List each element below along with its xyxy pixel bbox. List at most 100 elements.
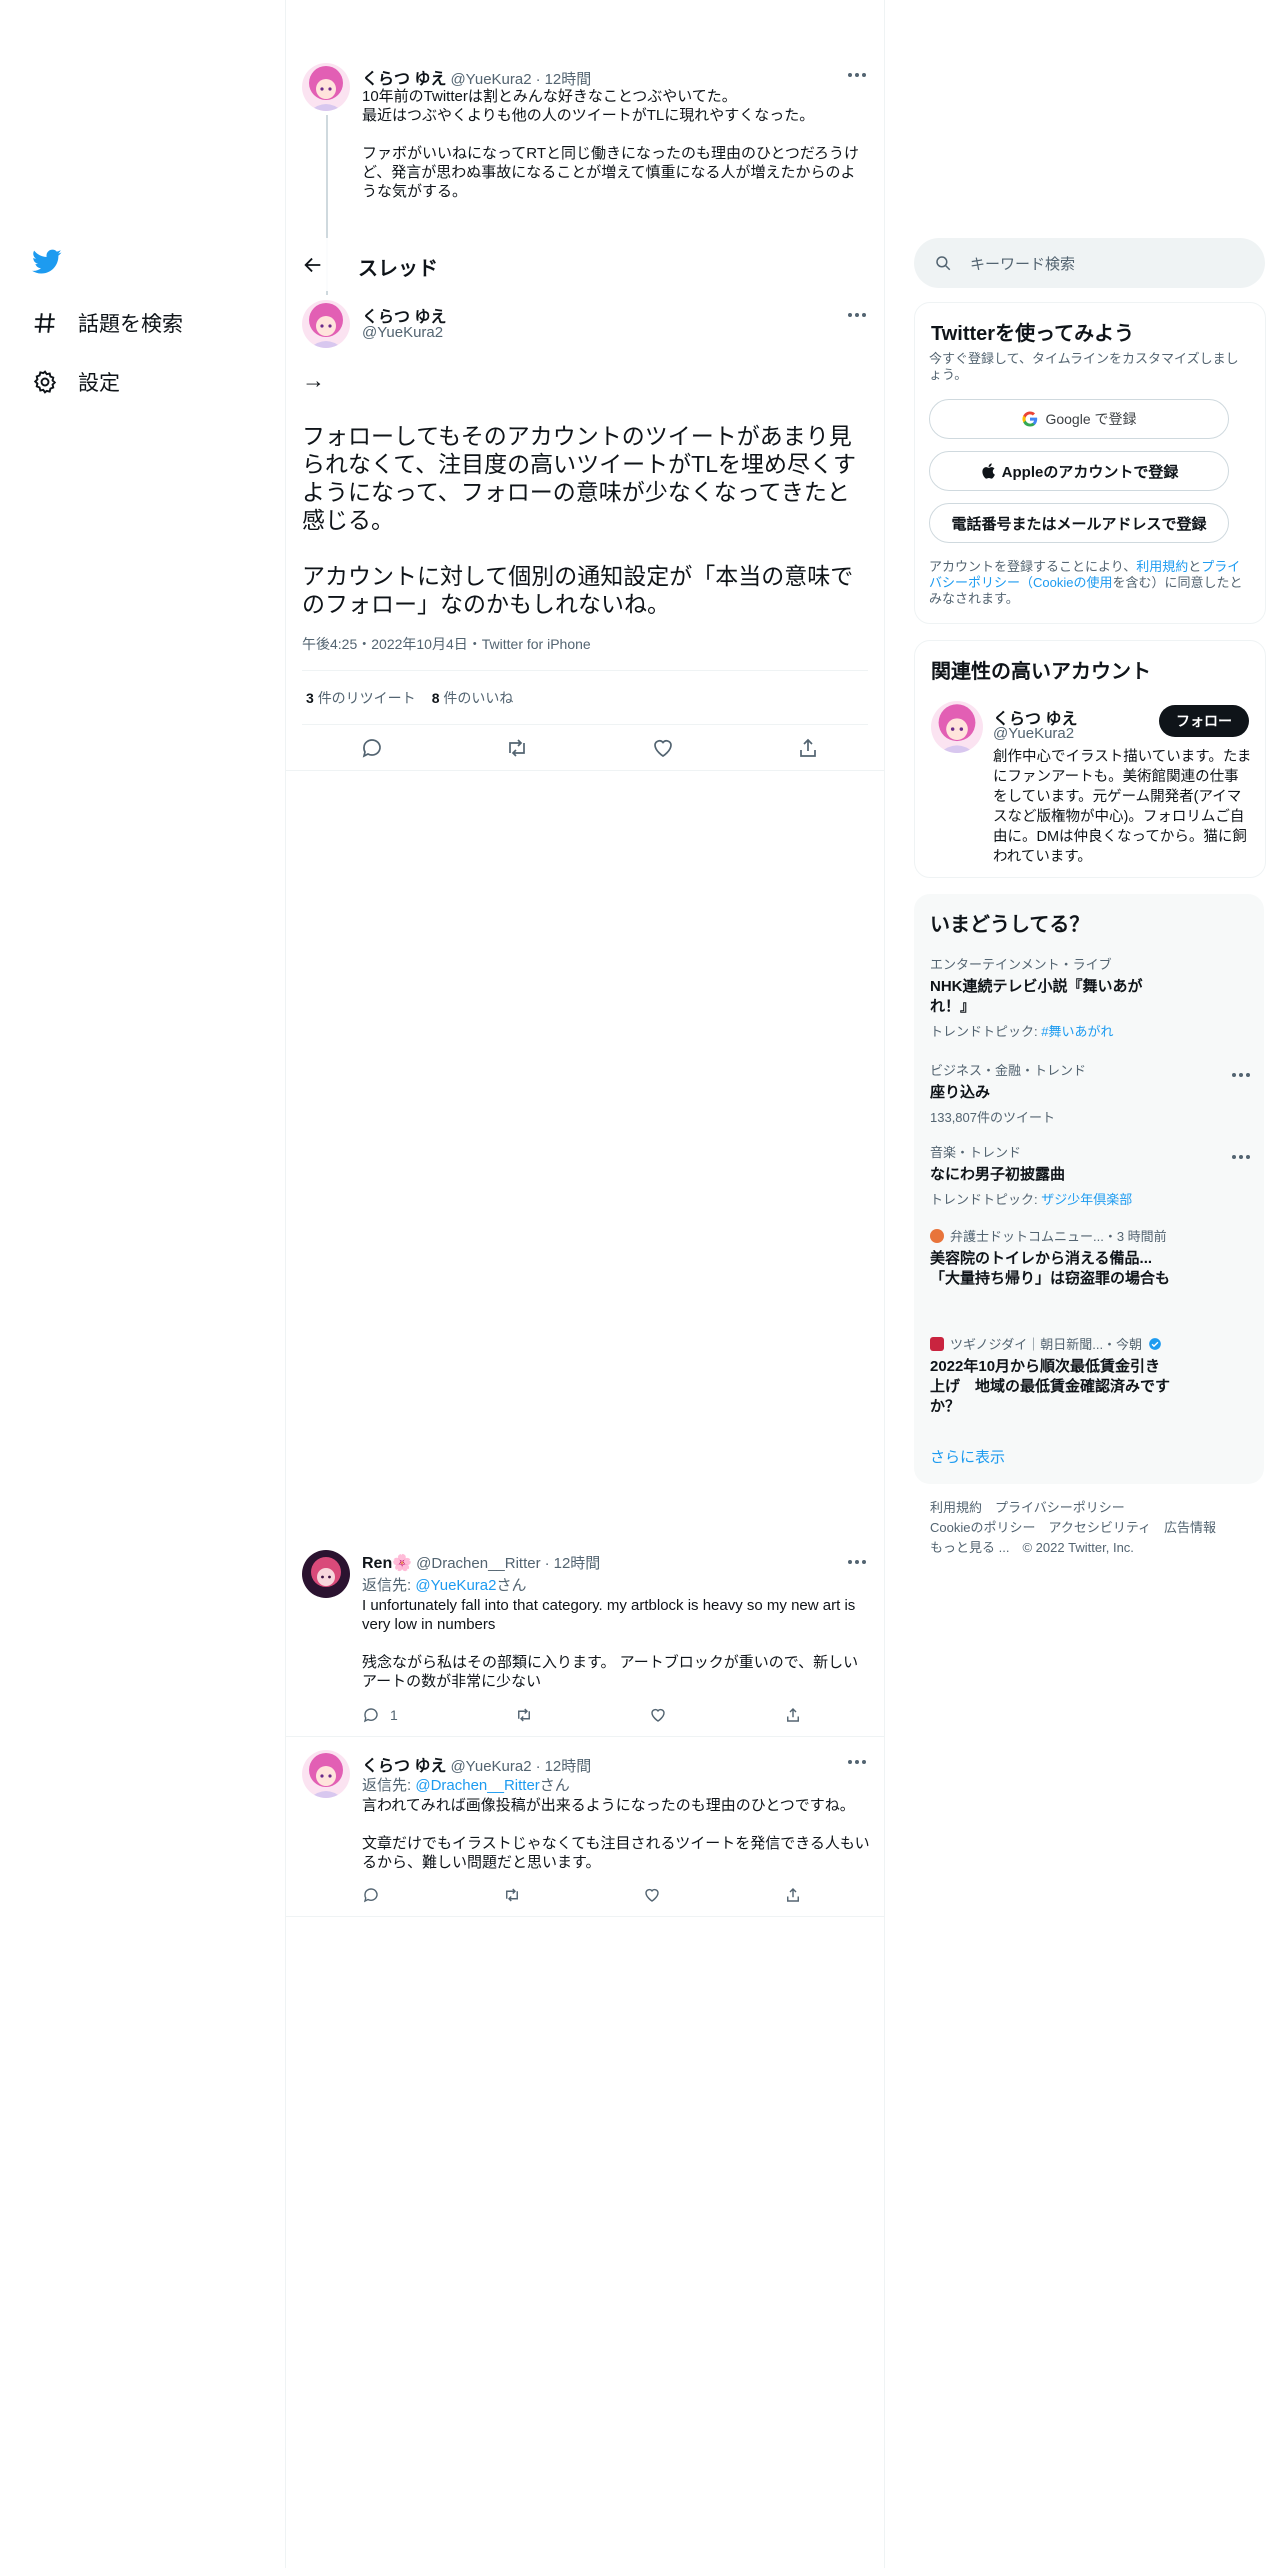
tweet-time[interactable]: 12時間 (545, 1755, 592, 1776)
terms-link[interactable]: 利用規約 (1136, 559, 1188, 574)
tweet-text: 言われてみれば画像投稿が出来るようになったのも理由のひとつですね。 文章だけでも… (362, 1796, 872, 1872)
related-account-bio: 創作中心でイラスト描いています。たまにファンアートも。美術館関連の仕事をしていま… (993, 749, 1252, 865)
twitter-logo-icon[interactable] (32, 249, 62, 275)
retweet-icon[interactable] (505, 736, 529, 760)
more-options-icon[interactable] (848, 72, 870, 78)
reply-to-link[interactable]: @YueKura2 (415, 1577, 496, 1594)
news-item[interactable]: ツギノジダイ｜朝日新聞...・今朝 2022年10月から順次最低賃金引き上げ 地… (930, 1334, 1250, 1417)
verified-badge-icon (1148, 1337, 1162, 1351)
more-options-icon[interactable] (848, 1559, 870, 1565)
nav-explore[interactable]: 話題を検索 (32, 308, 183, 338)
trend-tweet-count: 133,807件のツイート (930, 1110, 1055, 1125)
like-stat[interactable]: 8 件のいいね (432, 688, 514, 708)
nav-settings[interactable]: 設定 (32, 367, 120, 397)
tweet-time[interactable]: 12時間 (545, 68, 592, 89)
related-accounts-card: 関連性の高いアカウント くらつ ゆえ @YueKura2 フォロー 創作中心でイ… (914, 640, 1266, 878)
trend-item[interactable]: エンターテインメント・ライブ NHK連続テレビ小説『舞いあがれ！』 トレンドトピ… (930, 954, 1250, 1040)
tweet-text: I unfortunately fall into that category.… (362, 1596, 872, 1691)
back-arrow-icon[interactable] (302, 254, 324, 276)
google-signup-button[interactable]: Google で登録 (929, 399, 1229, 439)
like-icon[interactable] (651, 736, 675, 760)
signup-terms: アカウントを登録することにより、利用規約とプライバシーポリシー（Cookieの使… (929, 559, 1251, 607)
tweet-arrow-line: → (302, 367, 325, 393)
tweet-line: 10年前のTwitterは割とみんな好きなことつぶやいてた。 (362, 88, 737, 105)
tweet-paragraph: 言われてみれば画像投稿が出来るようになったのも理由のひとつですね。 (362, 1797, 855, 1814)
phone-email-signup-label: 電話番号またはメールアドレスで登録 (951, 515, 1207, 533)
share-icon[interactable] (784, 1706, 802, 1724)
footer-links-row[interactable]: もっと見る ... © 2022 Twitter, Inc. (930, 1538, 1250, 1558)
column-divider-left (285, 0, 286, 2568)
apple-signup-button[interactable]: Appleのアカウントで登録 (929, 451, 1229, 491)
more-options-icon[interactable] (848, 312, 870, 318)
avatar[interactable] (302, 300, 350, 348)
author-handle[interactable]: @YueKura2 (450, 71, 531, 88)
share-icon[interactable] (796, 736, 820, 760)
trend-more-options-icon[interactable] (1232, 1154, 1254, 1160)
share-icon[interactable] (784, 1886, 802, 1904)
avatar[interactable] (302, 1550, 350, 1598)
avatar[interactable] (302, 63, 350, 111)
engagement-stats: 3 件のリツイート 8 件のいいね (306, 688, 513, 708)
retweet-icon[interactable] (503, 1886, 521, 1904)
search-icon (934, 254, 952, 272)
trend-item[interactable]: 音楽・トレンド なにわ男子初披露曲 トレンドトピック: ザジ少年倶楽部 (930, 1142, 1250, 1208)
avatar[interactable] (931, 701, 983, 753)
reply-icon[interactable] (362, 1886, 380, 1904)
trend-title: 座り込み (930, 1084, 991, 1101)
more-options-icon[interactable] (848, 1759, 870, 1765)
author-name[interactable]: くらつ ゆえ (362, 65, 446, 89)
tweet-timestamp[interactable]: 午後4:25・2022年10月4日・Twitter for iPhone (302, 634, 591, 654)
reply-tweet[interactable]: Ren🌸 @Drachen__Ritter · 12時間 返信先: @YueKu… (286, 1536, 884, 1737)
news-item[interactable]: 弁護士ドットコムニュー...・3 時間前 美容院のトイレから消える備品...「大… (930, 1226, 1250, 1289)
retweet-icon[interactable] (515, 1706, 533, 1724)
news-source-icon (930, 1336, 944, 1351)
separator-dot: · (544, 1555, 550, 1572)
trend-topic-link[interactable]: ザジ少年倶楽部 (1041, 1192, 1132, 1207)
column-divider-right (884, 0, 885, 2568)
sidebar-footer: 利用規約 プライバシーポリシー Cookieのポリシー アクセシビリティ 広告情… (930, 1498, 1250, 1558)
tweet-paragraph: ファボがいいねになってRTと同じ働きになったのも理由のひとつだろうけど、発言が思… (362, 145, 860, 200)
tweet-paragraph: アカウントに対して個別の通知設定が「本当の意味でのフォロー」なのかもしれないね。 (302, 563, 854, 617)
trend-item[interactable]: ビジネス・金融・トレンド 座り込み 133,807件のツイート (930, 1060, 1250, 1126)
reply-tweet[interactable]: くらつ ゆえ @YueKura2 · 12時間 返信先: @Drachen__R… (286, 1736, 884, 1917)
nav-settings-label: 設定 (78, 372, 120, 395)
phone-email-signup-button[interactable]: 電話番号またはメールアドレスで登録 (929, 503, 1229, 543)
trends-card: いまどうしてる？ エンターテインメント・ライブ NHK連続テレビ小説『舞いあがれ… (914, 894, 1264, 1484)
footer-links-row[interactable]: 利用規約 プライバシーポリシー (930, 1498, 1250, 1518)
follow-button[interactable]: フォロー (1159, 705, 1249, 737)
author-handle[interactable]: @YueKura2 (362, 324, 443, 341)
page-title: スレッド (358, 258, 438, 280)
tweet-time[interactable]: 12時間 (554, 1552, 601, 1573)
author-name[interactable]: くらつ ゆえ (362, 1752, 446, 1776)
related-accounts-title: 関連性の高いアカウント (931, 661, 1151, 683)
reply-prefix: 返信先: (362, 1577, 416, 1594)
reply-to-link[interactable]: @Drachen__Ritter (415, 1777, 539, 1794)
trend-category: エンターテインメント・ライブ (930, 957, 1112, 972)
reply-icon[interactable] (360, 736, 384, 760)
search-box[interactable]: キーワード検索 (914, 238, 1265, 288)
reply-icon (363, 1708, 378, 1723)
news-source: 弁護士ドットコムニュー...・3 時間前 (950, 1229, 1167, 1244)
previous-tweet[interactable]: くらつ ゆえ @YueKura2 · 12時間 10年前のTwitterは割とみ… (302, 63, 866, 295)
trend-subtext: トレンドトピック: (930, 1024, 1042, 1039)
reply-context: 返信先: @YueKura2さん (362, 1574, 526, 1595)
retweet-count: 3 (306, 690, 314, 706)
reply-button[interactable]: 1 (362, 1706, 398, 1724)
show-more-link[interactable]: さらに表示 (930, 1446, 1005, 1467)
like-icon[interactable] (649, 1706, 667, 1724)
trend-more-options-icon[interactable] (1232, 1072, 1254, 1078)
trend-topic-link[interactable]: #舞いあがれ (1041, 1024, 1113, 1039)
retweet-stat[interactable]: 3 件のリツイート (306, 688, 416, 708)
author-handle[interactable]: @Drachen__Ritter (416, 1555, 540, 1572)
footer-links-row[interactable]: Cookieのポリシー アクセシビリティ 広告情報 (930, 1518, 1250, 1538)
author-handle[interactable]: @YueKura2 (450, 1758, 531, 1775)
terms-text: アカウントを登録することにより、 (929, 559, 1137, 574)
related-account-handle[interactable]: @YueKura2 (993, 725, 1074, 742)
author-name[interactable]: Ren🌸 (362, 1553, 412, 1573)
reply-suffix: さん (496, 1577, 527, 1594)
tweet-paragraph: フォローしてもそのアカウントのツイートがあまり見られなくて、注目度の高いツイート… (302, 423, 857, 533)
like-icon[interactable] (643, 1886, 661, 1904)
trend-category: 音楽・トレンド (930, 1145, 1022, 1160)
avatar[interactable] (302, 1750, 350, 1798)
search-input[interactable]: キーワード検索 (970, 253, 1075, 274)
